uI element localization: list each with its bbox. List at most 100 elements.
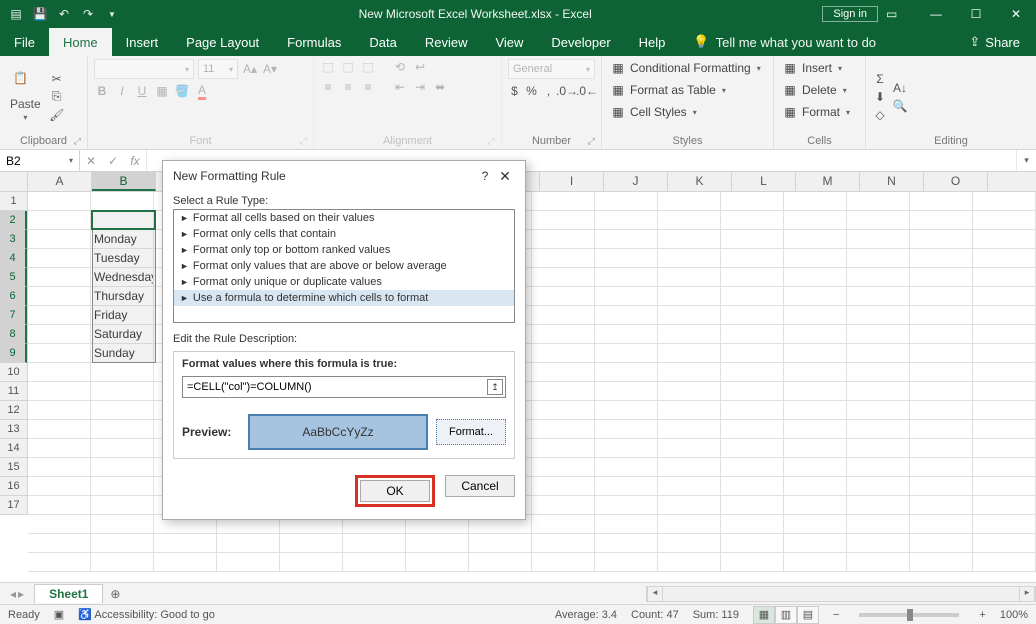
cell[interactable] [595,249,658,268]
qat-dropdown-icon[interactable]: ▼ [104,6,120,22]
cell[interactable] [595,363,658,382]
orientation-icon[interactable]: ⟲ [392,59,408,75]
cell[interactable] [532,458,595,477]
cell[interactable] [847,401,910,420]
save-icon[interactable]: 💾 [32,6,48,22]
row-header[interactable]: 13 [0,420,27,439]
cell[interactable] [28,534,91,553]
cell[interactable] [532,534,595,553]
cell[interactable] [658,477,721,496]
cell[interactable] [343,553,406,572]
cell[interactable] [847,534,910,553]
cell[interactable] [91,515,154,534]
row-header[interactable]: 16 [0,477,27,496]
cell[interactable] [595,420,658,439]
decrease-decimal-icon[interactable]: .0← [579,83,595,99]
cell[interactable] [658,458,721,477]
row-header[interactable]: 1 [0,192,27,211]
cell[interactable] [217,553,280,572]
border-icon[interactable]: ▦ [154,83,170,99]
cell[interactable] [595,534,658,553]
share-button[interactable]: ⇪Share [953,28,1036,56]
cell[interactable] [784,192,847,211]
cell[interactable] [784,382,847,401]
cell[interactable] [973,420,1036,439]
sheet-nav-next-icon[interactable]: ▸ [18,587,24,601]
cell[interactable] [973,534,1036,553]
cell[interactable] [784,363,847,382]
cell[interactable] [658,268,721,287]
cell[interactable] [91,553,154,572]
cell[interactable] [91,192,154,211]
align-middle-icon[interactable]: ⬚ [340,59,356,75]
cell[interactable] [784,553,847,572]
cut-icon[interactable]: ✂ [49,71,65,87]
macro-record-icon[interactable]: ▣ [54,608,64,621]
cell[interactable] [595,192,658,211]
format-painter-icon[interactable]: 🖌 [49,107,65,123]
sheet-nav-prev-icon[interactable]: ◂ [10,587,16,601]
conditional-formatting-button[interactable]: ▦Conditional Formatting▾ [608,59,763,77]
cell[interactable] [910,306,973,325]
cell[interactable] [910,420,973,439]
cell[interactable] [658,344,721,363]
fill-icon[interactable]: ⬇ [872,89,888,105]
rule-type-item[interactable]: ►Format only top or bottom ranked values [174,242,514,258]
cell[interactable] [28,325,91,344]
cell[interactable] [154,553,217,572]
cell[interactable] [595,553,658,572]
cell[interactable] [910,458,973,477]
cell[interactable] [406,553,469,572]
rule-type-item[interactable]: ►Format only values that are above or be… [174,258,514,274]
clipboard-launcher-icon[interactable]: ⤢ [74,136,81,147]
cell[interactable] [595,211,658,230]
cell[interactable] [28,401,91,420]
cell[interactable] [847,192,910,211]
tab-help[interactable]: Help [625,28,680,56]
cell[interactable] [28,344,91,363]
column-header[interactable]: M [796,172,860,191]
cell[interactable] [91,477,154,496]
cell[interactable] [28,477,91,496]
rule-type-item[interactable]: ►Use a formula to determine which cells … [174,290,514,306]
tell-me[interactable]: 💡Tell me what you want to do [679,28,890,56]
cell[interactable] [973,363,1036,382]
cell[interactable] [721,534,784,553]
increase-font-icon[interactable]: A▴ [242,61,258,77]
cell[interactable] [532,439,595,458]
cell[interactable] [784,211,847,230]
cell[interactable] [784,477,847,496]
cell[interactable] [973,439,1036,458]
italic-icon[interactable]: I [114,83,130,99]
row-header[interactable]: 6 [0,287,27,306]
copy-icon[interactable]: ⎘ [49,89,65,105]
increase-indent-icon[interactable]: ⇥ [412,79,428,95]
cell[interactable] [784,268,847,287]
expand-formula-bar-icon[interactable]: ▾ [1016,150,1036,171]
maximize-button[interactable]: ☐ [956,0,996,28]
cell[interactable] [847,344,910,363]
row-header[interactable]: 10 [0,363,27,382]
cell[interactable] [532,249,595,268]
cell[interactable] [532,268,595,287]
cell[interactable] [532,211,595,230]
cell[interactable] [658,496,721,515]
cell[interactable]: Sunday [91,344,154,363]
format-as-table-button[interactable]: ▦Format as Table▾ [608,81,728,99]
cell[interactable] [784,458,847,477]
column-header[interactable]: A [28,172,92,191]
cell[interactable] [973,553,1036,572]
cell[interactable] [973,344,1036,363]
cell[interactable]: Wednesday [91,268,154,287]
cell[interactable] [595,230,658,249]
decrease-indent-icon[interactable]: ⇤ [392,79,408,95]
cell[interactable] [721,553,784,572]
page-layout-view-icon[interactable]: ▥ [775,606,797,624]
rule-type-item[interactable]: ►Format only cells that contain [174,226,514,242]
row-header[interactable]: 9 [0,344,27,363]
cell[interactable] [973,268,1036,287]
cell[interactable] [28,249,91,268]
cell[interactable] [658,401,721,420]
cell[interactable] [532,382,595,401]
cell[interactable] [532,496,595,515]
